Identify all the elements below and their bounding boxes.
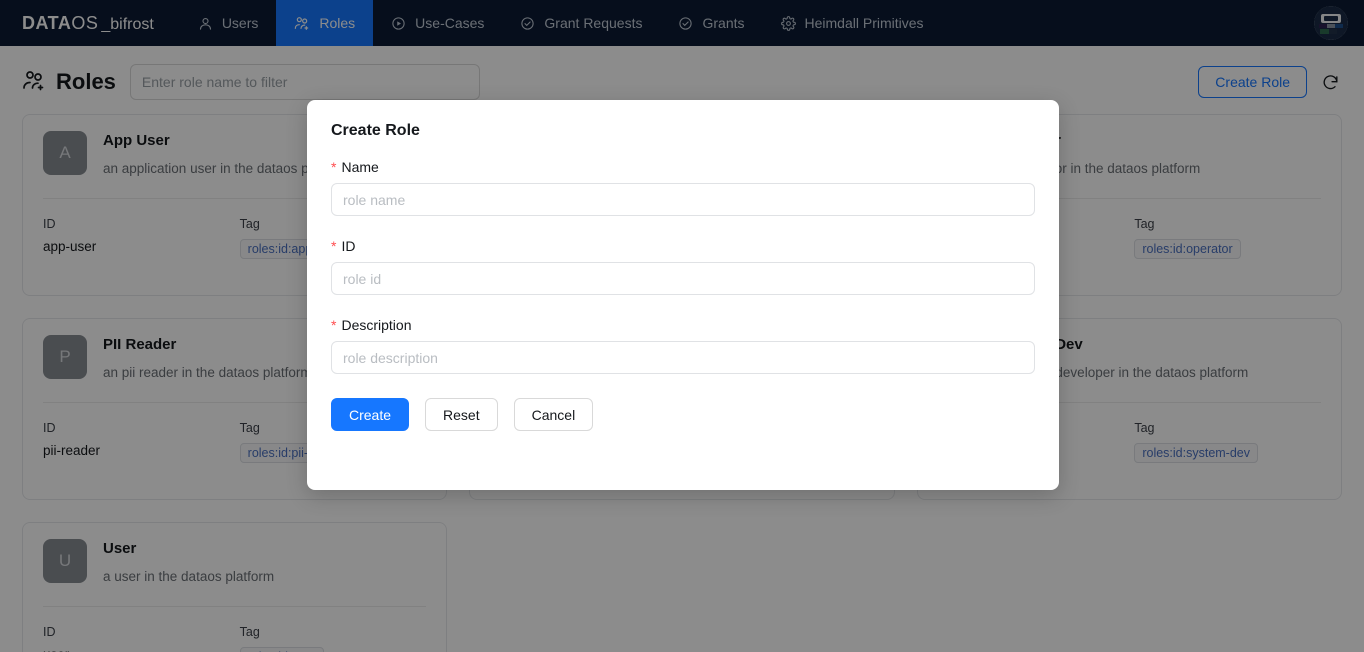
modal-actions: Create Reset Cancel: [331, 398, 1035, 431]
app-root: DATA OS _bifrost Users Roles Use-Cases G…: [0, 0, 1364, 652]
role-id-input[interactable]: [331, 262, 1035, 295]
required-marker-icon: *: [331, 159, 337, 175]
role-name-input[interactable]: [331, 183, 1035, 216]
required-marker-icon: *: [331, 238, 337, 254]
id-field-label: * ID: [331, 238, 1035, 254]
description-field-label: * Description: [331, 317, 1035, 333]
description-label-text: Description: [341, 317, 412, 333]
modal-title: Create Role: [331, 122, 420, 139]
name-field-label: * Name: [331, 159, 1035, 175]
reset-button[interactable]: Reset: [425, 398, 498, 431]
create-role-modal: Create Role * Name * ID * Description Cr…: [307, 100, 1059, 490]
role-description-input[interactable]: [331, 341, 1035, 374]
required-marker-icon: *: [331, 317, 337, 333]
cancel-button[interactable]: Cancel: [513, 398, 594, 431]
id-label-text: ID: [341, 238, 356, 254]
name-label-text: Name: [341, 159, 379, 175]
create-button[interactable]: Create: [331, 398, 410, 431]
